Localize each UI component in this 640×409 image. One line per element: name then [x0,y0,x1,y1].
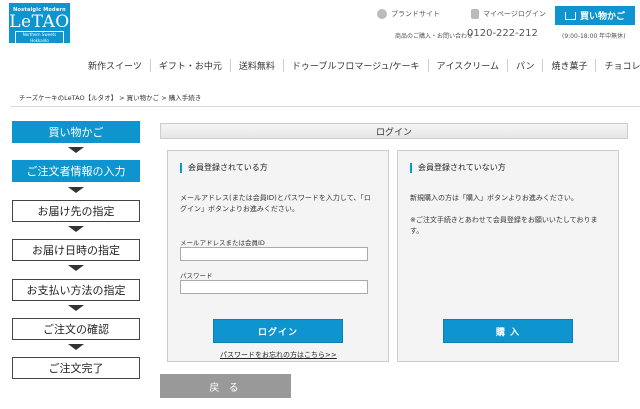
step-arrow [68,265,84,271]
back-button[interactable]: 戻 る [160,374,291,398]
password-label: パスワード [180,272,213,280]
brand-site-link[interactable]: ブランドサイト [377,9,440,19]
phone-number[interactable]: 0120-222-212 [467,28,538,39]
brand-icon [377,9,387,19]
nav-item-new-sweets[interactable]: 新作スイーツ [80,59,150,72]
guest-instructions-2: ※ご注文手続きとあわせて会員登録をお願いいたしておりま [410,216,598,224]
nav-item-chocolate[interactable]: チョコレート [595,58,640,72]
step-confirm: ご注文の確認 [12,318,140,340]
nav-item-ice-cream[interactable]: アイスクリーム [427,58,507,72]
nav-item-gift[interactable]: ギフト・お中元 [149,58,230,72]
step-delivery-date: お届け日時の指定 [12,239,140,261]
breadcrumb[interactable]: チーズケーキのLeTAO【ルタオ】 > 買い物かご > 購入手続き [19,92,201,102]
logo-name: LeTAO [9,12,70,32]
nav-item-bread[interactable]: パン [507,58,542,72]
brand-site-label: ブランドサイト [391,10,440,18]
forgot-password-link[interactable]: パスワードをお忘れの方はこちら>> [220,350,337,360]
step-arrow [68,305,84,311]
member-instructions-2: グイン」ボタンよりお進みください。 [180,205,299,213]
step-delivery-address: お届け先の指定 [12,200,140,222]
step-arrow [68,344,84,350]
login-button[interactable]: ログイン [213,319,343,343]
step-complete: ご注文完了 [12,357,140,379]
purchase-button[interactable]: 購 入 [443,319,573,343]
guest-panel-title: 会員登録されていない方 [410,163,506,173]
email-field[interactable] [180,247,368,261]
divider [10,106,640,107]
step-arrow [68,147,84,153]
cart-icon [564,11,576,20]
my-page-login-label: マイページログイン [483,10,546,18]
letao-logo[interactable]: Nostalgic Modern LeTAO Northern Sweets H… [9,3,70,45]
step-cart: 買い物かご [12,121,140,143]
business-hours: (9:00-18:00 年中無休) [562,33,626,40]
my-page-login-link[interactable]: マイページログイン [471,9,546,19]
main-nav: 新作スイーツ ギフト・お中元 送料無料 ドゥーブルフロマージュ/ケーキ アイスク… [80,55,640,75]
guest-instructions-3: す。 [410,227,424,235]
member-instructions-1: メールアドレス(または会員ID)とパスワードを入力して、「ロ [180,194,371,202]
login-section-title: ログイン [160,123,628,139]
member-login-panel: 会員登録されている方 メールアドレス(または会員ID)とパスワードを入力して、「… [167,150,389,362]
lock-icon [471,9,479,19]
email-label: メールアドレスまたは会員ID [180,239,265,247]
step-customer-info: ご注文者情報の入力 [12,160,140,182]
step-arrow [68,187,84,193]
password-field[interactable] [180,280,368,294]
contact-label: 商品のご購入・お問い合わせ [395,33,474,40]
guest-panel: 会員登録されていない方 新規購入の方は「購入」ボタンよりお進みください。 ※ご注… [397,150,619,362]
nav-item-free-shipping[interactable]: 送料無料 [229,58,283,72]
nav-item-baked-sweets[interactable]: 焼き菓子 [542,58,595,72]
step-payment: お支払い方法の指定 [12,279,140,301]
guest-instructions-1: 新規購入の方は「購入」ボタンよりお進みください。 [410,194,578,202]
nav-item-double-fromage[interactable]: ドゥーブルフロマージュ/ケーキ [282,58,428,72]
cart-button-label: 買い物かご [579,12,625,22]
logo-subtitle: Northern Sweets Hokkaido [15,31,64,45]
step-arrow [68,226,84,232]
member-panel-title: 会員登録されている方 [180,163,268,173]
cart-button[interactable]: 買い物かご [555,6,635,25]
